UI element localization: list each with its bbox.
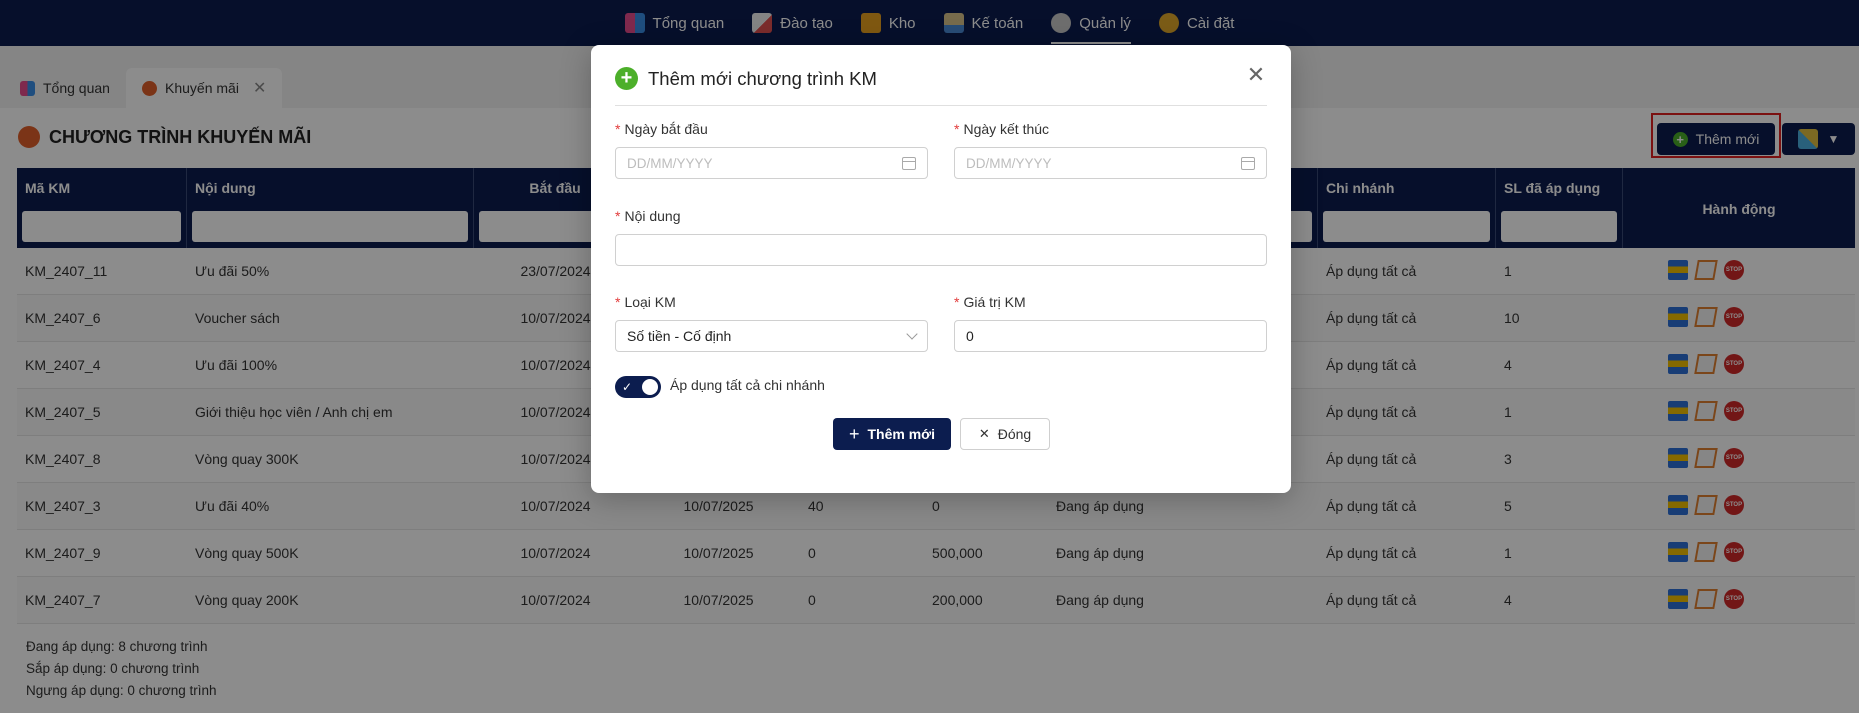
apply-all-branches-toggle[interactable]: ✓ (615, 376, 661, 398)
submit-add-label: Thêm mới (867, 426, 936, 442)
end-date-placeholder: DD/MM/YYYY (966, 155, 1052, 171)
required-mark: * (615, 294, 621, 310)
promotion-value-label: * Giá trị KM (954, 294, 1026, 310)
promotion-value-value: 0 (966, 328, 974, 344)
close-icon: ✕ (978, 426, 990, 441)
plus-icon: + (848, 423, 860, 444)
close-icon[interactable]: ✕ (1243, 62, 1269, 88)
check-icon: ✓ (622, 380, 633, 394)
plus-circle-icon: + (615, 67, 638, 90)
submit-add-button[interactable]: + Thêm mới (833, 418, 951, 450)
content-label: * Nội dung (615, 208, 681, 224)
promotion-type-label: * Loại KM (615, 294, 676, 310)
start-date-label: * Ngày bắt đầu (615, 121, 708, 137)
promotion-type-select[interactable]: Số tiền - Cố định (615, 320, 928, 352)
calendar-icon[interactable] (902, 156, 916, 170)
add-promotion-dialog: + Thêm mới chương trình KM ✕ * Ngày bắt đ… (591, 45, 1291, 493)
required-mark: * (954, 294, 960, 310)
close-dialog-button[interactable]: ✕ Đóng (960, 418, 1050, 450)
start-date-input[interactable]: DD/MM/YYYY (615, 147, 928, 179)
toggle-knob (642, 379, 658, 395)
required-mark: * (615, 208, 621, 224)
dialog-title-text: Thêm mới chương trình KM (648, 67, 877, 89)
required-mark: * (954, 121, 960, 137)
dialog-title: + Thêm mới chương trình KM (615, 67, 877, 90)
dialog-divider (615, 105, 1267, 106)
promotion-type-value: Số tiền - Cố định (627, 328, 732, 344)
start-date-placeholder: DD/MM/YYYY (627, 155, 713, 171)
end-date-input[interactable]: DD/MM/YYYY (954, 147, 1267, 179)
chevron-down-icon (906, 328, 918, 340)
required-mark: * (615, 121, 621, 137)
end-date-label: * Ngày kết thúc (954, 121, 1050, 137)
promotion-value-input[interactable]: 0 (954, 320, 1267, 352)
close-dialog-label: Đóng (997, 426, 1032, 442)
content-input[interactable] (615, 234, 1267, 266)
calendar-icon[interactable] (1241, 156, 1255, 170)
apply-all-branches-label: Áp dụng tất cả chi nhánh (670, 377, 825, 393)
